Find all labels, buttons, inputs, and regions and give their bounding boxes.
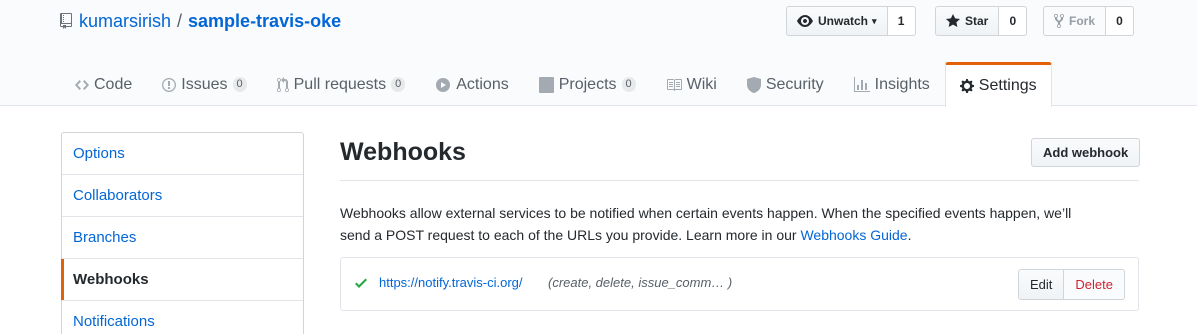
tab-actions-label: Actions [456,75,509,93]
play-icon [435,77,451,93]
webhooks-description: Webhooks allow external services to be n… [340,202,1140,246]
page-title: Webhooks [340,138,466,166]
fork-group: Fork 0 [1043,6,1135,36]
delete-button[interactable]: Delete [1064,269,1125,300]
star-label: Star [965,14,989,28]
issues-counter: 0 [232,77,247,92]
menu-item-collaborators[interactable]: Collaborators [62,175,303,217]
gear-icon [959,78,974,94]
unwatch-label: Unwatch [818,14,869,28]
repo-icon [60,13,73,29]
tab-security-label: Security [765,75,824,93]
fork-label: Fork [1069,14,1096,28]
tab-insights[interactable]: Insights [839,62,945,106]
code-icon [75,77,89,93]
forks-count[interactable]: 0 [1106,6,1135,36]
star-group: Star 0 [935,6,1028,36]
eye-icon [797,13,813,29]
check-icon [355,275,369,291]
fork-button[interactable]: Fork [1043,6,1107,36]
graph-icon [853,76,870,93]
description-line-2: send a POST request to each of the URLs … [340,227,801,243]
tab-settings-label: Settings [978,77,1037,94]
star-icon [946,13,960,29]
star-button[interactable]: Star [935,6,1000,36]
menu-item-options[interactable]: Options [62,133,303,175]
tab-code-label: Code [94,75,133,93]
repo-header: kumarsirish / sample-travis-oke Unwatch … [0,0,1197,107]
repo-owner-link[interactable]: kumarsirish [79,11,171,32]
settings-menu: Options Collaborators Branches Webhooks … [61,132,304,334]
shield-icon [746,76,761,93]
webhook-item: https://notify.travis-ci.org/ (create, d… [340,257,1139,311]
tab-pull-requests[interactable]: Pull requests 0 [262,62,421,106]
tab-settings[interactable]: Settings [944,62,1052,107]
tab-wiki-label: Wiki [686,75,717,93]
webhooks-guide-link[interactable]: Webhooks Guide [800,227,907,243]
tab-insights-label: Insights [874,75,930,93]
repo-nav: Code Issues 0 Pull requests 0 Actions Pr… [60,62,1052,107]
subhead-divider [340,180,1139,181]
tab-security[interactable]: Security [732,62,839,106]
tab-projects[interactable]: Projects 0 [524,62,651,106]
repo-title: kumarsirish / sample-travis-oke [60,8,341,34]
projects-counter: 0 [621,77,636,92]
repo-separator: / [177,10,183,31]
tab-actions[interactable]: Actions [420,62,523,106]
description-end: . [907,227,912,243]
unwatch-button[interactable]: Unwatch ▾ [786,6,888,36]
add-webhook-button[interactable]: Add webhook [1031,138,1141,167]
description-line-1: Webhooks allow external services to be n… [340,205,1072,221]
pull-request-icon [276,76,289,93]
book-icon [666,77,682,93]
pull-requests-counter: 0 [391,77,406,92]
caret-down-icon: ▾ [872,15,877,26]
tab-issues[interactable]: Issues 0 [147,62,261,106]
edit-button[interactable]: Edit [1018,269,1065,300]
watchers-count[interactable]: 1 [887,6,916,36]
tab-wiki[interactable]: Wiki [651,62,732,106]
stargazers-count[interactable]: 0 [999,6,1028,36]
project-icon [538,76,554,93]
tab-projects-label: Projects [558,75,617,93]
tab-code[interactable]: Code [60,62,147,106]
menu-item-webhooks[interactable]: Webhooks [61,259,303,301]
webhook-actions: Edit Delete [1018,269,1125,300]
fork-icon [1054,13,1064,29]
menu-item-branches[interactable]: Branches [62,217,303,259]
tab-issues-label: Issues [181,75,228,93]
menu-item-notifications[interactable]: Notifications [62,301,303,334]
watch-group: Unwatch ▾ 1 [786,6,916,36]
webhook-events: (create, delete, issue_comm… ) [548,275,733,290]
tab-pull-requests-label: Pull requests [293,75,387,93]
webhook-url-link[interactable]: https://notify.travis-ci.org/ [379,275,523,290]
issue-icon [162,77,177,93]
repo-name-link[interactable]: sample-travis-oke [188,11,341,32]
